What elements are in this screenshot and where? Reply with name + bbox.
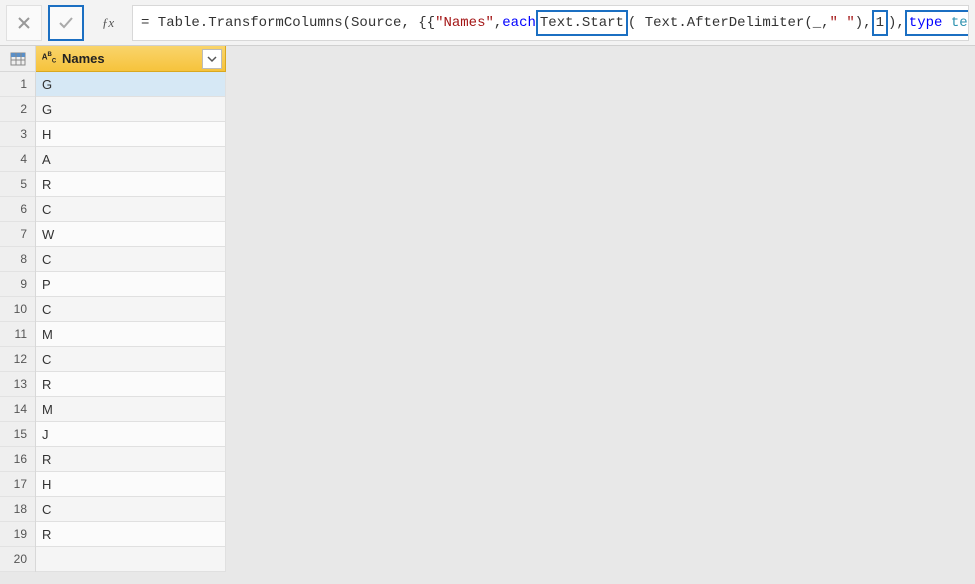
row-number[interactable]: 19 <box>0 522 35 547</box>
data-cell[interactable]: R <box>36 372 226 397</box>
data-cell[interactable]: J <box>36 422 226 447</box>
row-number[interactable]: 18 <box>0 497 35 522</box>
select-all-button[interactable] <box>0 46 35 72</box>
table-icon <box>10 52 26 66</box>
data-cell[interactable]: R <box>36 172 226 197</box>
row-number[interactable]: 3 <box>0 122 35 147</box>
data-cell[interactable]: G <box>36 72 226 97</box>
row-number[interactable]: 12 <box>0 347 35 372</box>
row-number[interactable]: 4 <box>0 147 35 172</box>
row-number[interactable]: 8 <box>0 247 35 272</box>
row-number[interactable]: 17 <box>0 472 35 497</box>
data-cell[interactable]: C <box>36 497 226 522</box>
row-number[interactable]: 1 <box>0 72 35 97</box>
data-cell[interactable]: M <box>36 322 226 347</box>
formula-input[interactable]: = Table.TransformColumns(Source, {{ "Nam… <box>132 5 969 41</box>
row-number[interactable]: 5 <box>0 172 35 197</box>
data-cell[interactable]: R <box>36 447 226 472</box>
data-cell[interactable] <box>36 547 226 572</box>
close-icon <box>17 16 31 30</box>
chevron-down-icon <box>207 54 217 64</box>
row-number[interactable]: 14 <box>0 397 35 422</box>
column-filter-button[interactable] <box>202 49 222 69</box>
data-cell[interactable]: A <box>36 147 226 172</box>
column-names: ABC Names GGHARCWCPCMCRMJRHCR <box>36 46 226 572</box>
column-header[interactable]: ABC Names <box>36 46 226 72</box>
data-cell[interactable]: C <box>36 247 226 272</box>
data-cell[interactable]: M <box>36 397 226 422</box>
data-cell[interactable]: H <box>36 472 226 497</box>
data-cell[interactable]: C <box>36 197 226 222</box>
confirm-button[interactable] <box>48 5 84 41</box>
data-grid: 1234567891011121314151617181920 ABC Name… <box>0 46 975 572</box>
check-icon <box>58 15 74 31</box>
row-number[interactable]: 11 <box>0 322 35 347</box>
fx-icon: ƒx <box>102 15 114 31</box>
formula-token-delim: " " <box>830 15 855 31</box>
row-number[interactable]: 2 <box>0 97 35 122</box>
row-number[interactable]: 15 <box>0 422 35 447</box>
row-number[interactable]: 10 <box>0 297 35 322</box>
fx-button[interactable]: ƒx <box>90 5 126 41</box>
column-name-label: Names <box>62 51 198 66</box>
formula-token-typevalue: text <box>951 15 969 31</box>
formula-token-one: 1 <box>872 10 888 36</box>
row-number[interactable]: 6 <box>0 197 35 222</box>
row-number-gutter: 1234567891011121314151617181920 <box>0 46 36 572</box>
data-cell[interactable]: W <box>36 222 226 247</box>
data-cell[interactable]: H <box>36 122 226 147</box>
cancel-button[interactable] <box>6 5 42 41</box>
row-number[interactable]: 9 <box>0 272 35 297</box>
formula-token-textstart: Text.Start <box>536 10 628 36</box>
formula-bar: ƒx = Table.TransformColumns(Source, {{ "… <box>0 0 975 46</box>
row-number[interactable]: 7 <box>0 222 35 247</box>
row-number[interactable]: 20 <box>0 547 35 572</box>
formula-paren: ( Text.AfterDelimiter(_, <box>628 15 830 31</box>
formula-token-column: "Names" <box>435 15 494 31</box>
formula-token-type: type <box>909 15 943 31</box>
data-cell[interactable]: R <box>36 522 226 547</box>
data-cell[interactable]: G <box>36 97 226 122</box>
row-number[interactable]: 16 <box>0 447 35 472</box>
data-cell[interactable]: C <box>36 347 226 372</box>
formula-text-prefix: = Table.TransformColumns(Source, {{ <box>141 15 435 31</box>
row-number[interactable]: 13 <box>0 372 35 397</box>
data-cell[interactable]: C <box>36 297 226 322</box>
data-cell[interactable]: P <box>36 272 226 297</box>
formula-token-each: each <box>502 15 536 31</box>
formula-sep: , <box>494 15 502 31</box>
column-type-button[interactable]: ABC <box>40 51 58 65</box>
